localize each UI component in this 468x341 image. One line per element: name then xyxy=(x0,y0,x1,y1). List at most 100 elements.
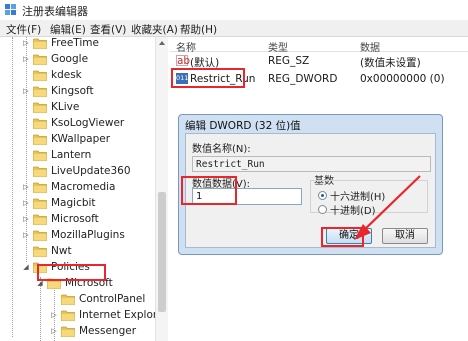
expand-icon[interactable]: ▷ xyxy=(22,37,30,51)
tree-item[interactable]: ▷ Microsoft xyxy=(22,211,99,227)
expand-icon xyxy=(22,115,30,131)
folder-icon xyxy=(32,166,47,177)
radix-hex-label: 十六进制(H) xyxy=(330,192,386,203)
tree-item-label: KsoLogViewer xyxy=(51,117,125,129)
value-type: REG_DWORD xyxy=(268,73,338,85)
folder-icon xyxy=(32,230,47,241)
tree-item[interactable]: ▷ Magicbit xyxy=(22,195,95,211)
expand-icon xyxy=(50,291,58,307)
folder-icon xyxy=(32,246,47,257)
radix-dec-label: 十进制(D) xyxy=(330,206,376,217)
list-header: 名称 类型 数据 xyxy=(170,37,468,54)
column-name[interactable]: 名称 xyxy=(176,39,196,54)
highlight-ok-button xyxy=(321,227,364,247)
radix-dec-option[interactable]: 十进制(D) xyxy=(318,202,376,217)
expand-icon xyxy=(22,147,30,163)
tree-scrollbar[interactable] xyxy=(155,37,168,341)
folder-icon xyxy=(32,70,47,81)
folder-icon xyxy=(32,118,47,129)
menu-bar: 文件(F) 编辑(E) 查看(V) 收藏夹(A) 帮助(H) xyxy=(0,20,468,37)
folder-icon xyxy=(60,294,75,305)
folder-icon xyxy=(32,134,47,145)
highlight-microsoft-key xyxy=(37,264,106,281)
scroll-up-arrow-icon[interactable] xyxy=(159,41,165,45)
expand-icon[interactable]: ▷ xyxy=(50,323,58,339)
tree-guide-line xyxy=(12,37,13,337)
dialog-title: 编辑 DWORD (32 位)值 xyxy=(185,120,301,132)
tree-item[interactable]: ControlPanel xyxy=(50,291,145,307)
tree-item-label: KWallpaper xyxy=(51,133,111,145)
tree-item[interactable]: KsoLogViewer xyxy=(22,115,124,131)
tree-item-label: Macromedia xyxy=(51,181,116,193)
tree-item[interactable]: KLive xyxy=(22,99,79,115)
expand-icon[interactable]: ▷ xyxy=(22,211,30,227)
tree-item[interactable]: KWallpaper xyxy=(22,131,110,147)
registry-editor-icon xyxy=(5,4,16,15)
folder-icon xyxy=(32,182,47,193)
expand-icon[interactable]: ▷ xyxy=(22,83,30,99)
list-row[interactable]: ab (默认) REG_SZ (数值未设置) xyxy=(170,54,468,69)
expand-icon[interactable]: ▷ xyxy=(22,179,30,195)
folder-icon xyxy=(32,214,47,225)
tree-item-label: FreeTime xyxy=(51,37,99,49)
folder-icon xyxy=(32,38,47,49)
window-title: 注册表编辑器 xyxy=(22,5,88,18)
menu-file[interactable]: 文件(F) xyxy=(6,22,41,37)
folder-icon xyxy=(32,86,47,97)
highlight-value-data xyxy=(181,176,237,205)
value-data: 0x00000000 (0) xyxy=(360,73,445,85)
registry-tree[interactable]: ▷ FreeTime ▷ Google kdesk ▷ Kingsoft KLive KsoLo… xyxy=(0,37,168,341)
folder-icon xyxy=(32,198,47,209)
column-type[interactable]: 类型 xyxy=(268,39,288,54)
folder-icon xyxy=(32,54,47,65)
tree-item[interactable]: LiveUpdate360 xyxy=(22,163,131,179)
menu-view[interactable]: 查看(V) xyxy=(90,22,126,37)
tree-item[interactable]: ▷ FreeTime xyxy=(22,37,99,51)
tree-item[interactable]: ▷ Internet Explore xyxy=(50,307,163,323)
tree-item-label: Google xyxy=(51,53,89,65)
tree-item[interactable]: kdesk xyxy=(22,67,82,83)
expand-icon xyxy=(22,67,30,83)
tree-item-label: KLive xyxy=(51,101,80,113)
scroll-thumb[interactable] xyxy=(158,192,166,312)
tree-item-label: Nwt xyxy=(51,245,72,257)
menu-edit[interactable]: 编辑(E) xyxy=(50,22,86,37)
menu-help[interactable]: 帮助(H) xyxy=(180,22,217,37)
tree-item[interactable]: ▷ Google xyxy=(22,51,88,67)
radio-button[interactable] xyxy=(318,191,327,200)
tree-item-label: MozillaPlugins xyxy=(51,229,125,241)
folder-icon xyxy=(60,310,75,321)
tree-item[interactable]: Lantern xyxy=(22,147,91,163)
expand-icon xyxy=(22,99,30,115)
expand-icon[interactable]: ▷ xyxy=(22,51,30,67)
collapse-icon[interactable]: ◢ xyxy=(22,259,30,275)
radio-button[interactable] xyxy=(318,205,327,214)
tree-item-label: Messenger xyxy=(79,325,137,337)
tree-item[interactable]: ▷ MozillaPlugins xyxy=(22,227,125,243)
tree-item[interactable]: ▷ Kingsoft xyxy=(22,83,94,99)
tree-item-label: kdesk xyxy=(51,69,82,81)
folder-icon xyxy=(32,150,47,161)
radix-hex-option[interactable]: 十六进制(H) xyxy=(318,188,385,203)
folder-icon xyxy=(32,102,47,113)
tree-item[interactable]: ▷ Messenger xyxy=(50,323,136,339)
value-data: (数值未设置) xyxy=(360,57,421,69)
tree-item[interactable]: ▷ Macromedia xyxy=(22,179,115,195)
folder-icon xyxy=(60,326,75,337)
tree-item[interactable]: Nwt xyxy=(22,243,72,259)
menu-favorites[interactable]: 收藏夹(A) xyxy=(131,22,178,37)
expand-icon xyxy=(22,131,30,147)
cancel-button[interactable]: 取消 xyxy=(382,228,428,244)
expand-icon[interactable]: ▷ xyxy=(50,307,58,323)
column-data[interactable]: 数据 xyxy=(360,39,380,54)
tree-item-label: Kingsoft xyxy=(51,85,94,97)
expand-icon[interactable]: ▷ xyxy=(22,227,30,243)
tree-item-label: Microsoft xyxy=(51,213,99,225)
tree-item-label: LiveUpdate360 xyxy=(51,165,131,177)
expand-icon xyxy=(22,163,30,179)
highlight-restrict-run xyxy=(171,68,245,88)
tree-item-label: Internet Explore xyxy=(79,309,164,321)
value-name-label: 数值名称(N): xyxy=(192,144,251,155)
expand-icon[interactable]: ▷ xyxy=(22,195,30,211)
string-value-icon: ab xyxy=(176,55,191,67)
